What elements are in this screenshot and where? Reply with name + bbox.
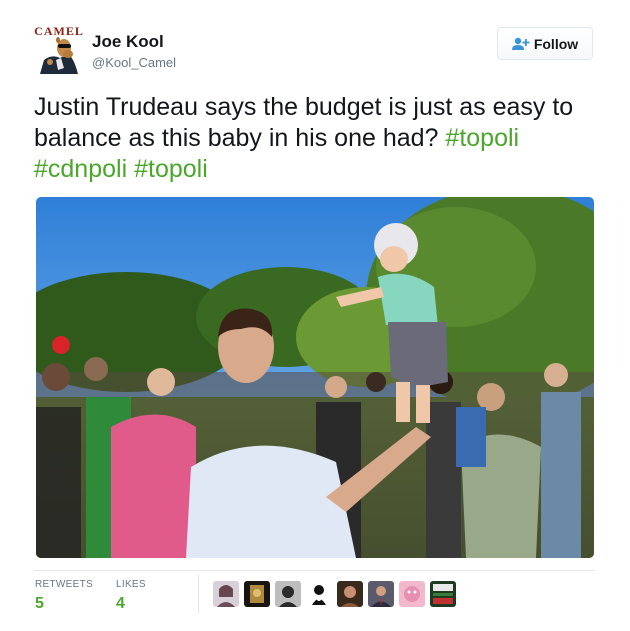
follow-button[interactable]: Follow [497, 27, 593, 60]
liker-avatar[interactable] [244, 581, 270, 607]
liker-avatar[interactable] [275, 581, 301, 607]
avatar-portrait-icon [275, 581, 301, 607]
author-name[interactable]: Joe Kool [92, 32, 164, 52]
hashtag-link[interactable]: #cdnpoli [34, 155, 127, 183]
avatar-nhs-icon [430, 581, 456, 607]
liker-avatar[interactable] [306, 581, 332, 607]
author-avatar[interactable]: CAMEL [34, 24, 84, 74]
avatar-man-icon [337, 581, 363, 607]
liker-avatar[interactable] [399, 581, 425, 607]
stats-separator [198, 574, 199, 614]
follow-label: Follow [533, 35, 579, 52]
liker-avatar[interactable] [213, 581, 239, 607]
tweet-photo[interactable] [36, 197, 594, 558]
avatar-pink-icon [399, 581, 425, 607]
retweets-label[interactable]: RETWEETS [35, 579, 93, 590]
avatar-woman-icon [213, 581, 239, 607]
camel-icon [40, 37, 78, 74]
liker-avatar[interactable] [430, 581, 456, 607]
likes-label[interactable]: LIKES [116, 579, 146, 590]
likes-count[interactable]: 4 [116, 595, 125, 613]
add-user-icon [511, 37, 530, 51]
retweets-count[interactable]: 5 [35, 595, 44, 613]
avatar-cartoon-icon [306, 581, 332, 607]
hashtag-link[interactable]: #topoli [134, 155, 208, 183]
author-handle[interactable]: @Kool_Camel [92, 55, 176, 70]
avatar-gold-icon [244, 581, 270, 607]
liker-avatar[interactable] [368, 581, 394, 607]
avatar-suit-icon [368, 581, 394, 607]
hashtag-link[interactable]: #topoli [445, 124, 519, 152]
tweet-text: Justin Trudeau says the budget is just a… [34, 92, 599, 185]
likers-avatars [213, 581, 456, 607]
liker-avatar[interactable] [337, 581, 363, 607]
stats-divider-top [34, 570, 595, 571]
